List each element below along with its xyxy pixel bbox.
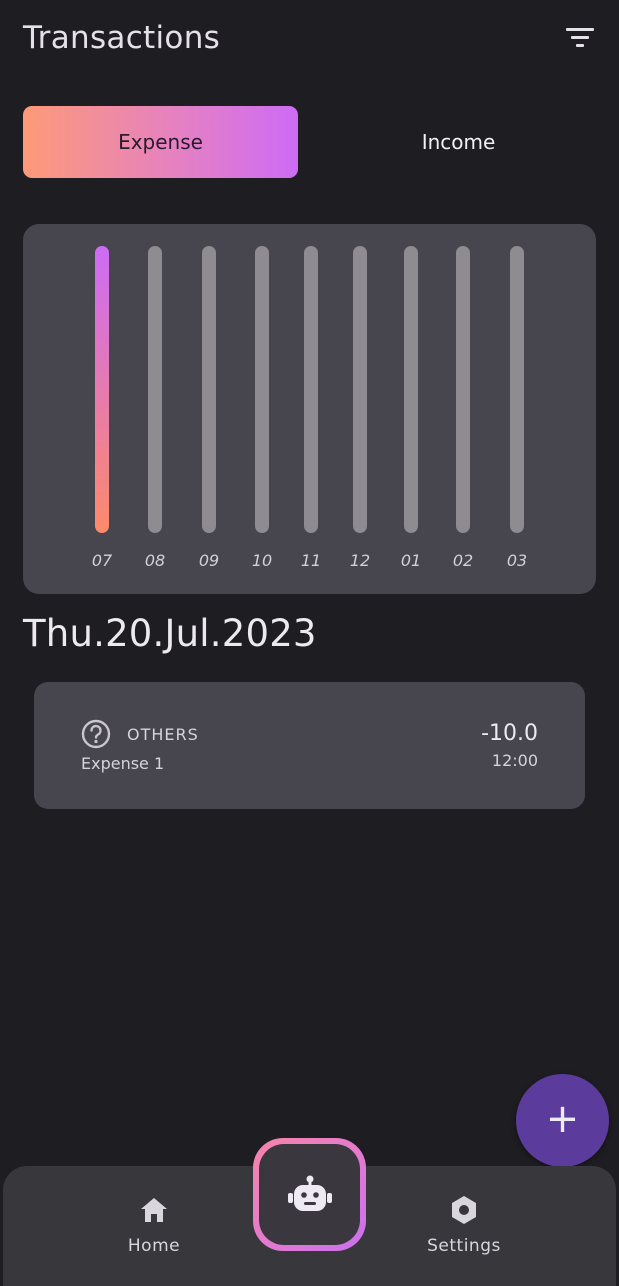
transaction-amount: -10.0 <box>481 721 538 746</box>
nav-settings-label: Settings <box>427 1236 501 1256</box>
chart-tick-label-07: 07 <box>92 551 113 570</box>
nav-home[interactable]: Home <box>94 1194 214 1256</box>
assistant-button[interactable] <box>253 1138 366 1251</box>
transaction-category: OTHERS <box>127 725 199 744</box>
transaction-time: 12:00 <box>491 751 538 770</box>
transaction-card[interactable]: OTHERS Expense 1 -10.0 12:00 <box>34 682 585 809</box>
chart-tick-label-09: 09 <box>199 551 219 570</box>
nav-settings[interactable]: Settings <box>404 1194 524 1256</box>
settings-hexagon-icon <box>452 1196 476 1224</box>
app-header: Transactions <box>23 18 598 58</box>
chart-tick-label-03: 03 <box>507 551 527 570</box>
chart-bar-10[interactable] <box>255 246 269 533</box>
monthly-bar-chart: 07 08 09 10 11 12 01 02 03 <box>92 246 527 570</box>
nav-home-label: Home <box>127 1236 181 1256</box>
date-heading: Thu.20.Jul.2023 <box>23 612 317 655</box>
chart-bar-08[interactable] <box>148 246 162 533</box>
monthly-chart-card: 07 08 09 10 11 12 01 02 03 <box>23 224 596 594</box>
question-circle-icon <box>81 719 111 749</box>
add-transaction-button[interactable]: + <box>516 1074 609 1167</box>
page-title: Transactions <box>23 20 221 56</box>
tab-income[interactable]: Income <box>321 106 596 178</box>
tab-expense[interactable]: Expense <box>23 106 298 178</box>
chart-bar-02[interactable] <box>456 246 470 533</box>
chart-tick-label-08: 08 <box>145 551 165 570</box>
chart-bar-01[interactable] <box>404 246 418 533</box>
chart-tick-label-02: 02 <box>453 551 473 570</box>
filter-icon[interactable] <box>566 26 594 48</box>
transaction-note: Expense 1 <box>81 754 165 773</box>
chart-bar-03[interactable] <box>510 246 524 533</box>
chart-tick-label-11: 11 <box>301 551 321 570</box>
chart-bar-09[interactable] <box>202 246 216 533</box>
assistant-button-inner <box>259 1144 360 1245</box>
chart-bar-11[interactable] <box>304 246 318 533</box>
plus-icon: + <box>545 1096 580 1142</box>
chart-tick-label-10: 10 <box>252 551 272 570</box>
chart-tick-label-01: 01 <box>401 551 421 570</box>
chart-bar-12[interactable] <box>353 246 367 533</box>
transaction-type-tabs: Expense Income <box>23 106 598 178</box>
home-icon <box>141 1198 167 1222</box>
robot-icon <box>287 1175 332 1211</box>
chart-bar-07[interactable] <box>95 246 109 533</box>
chart-tick-label-12: 12 <box>350 551 370 570</box>
